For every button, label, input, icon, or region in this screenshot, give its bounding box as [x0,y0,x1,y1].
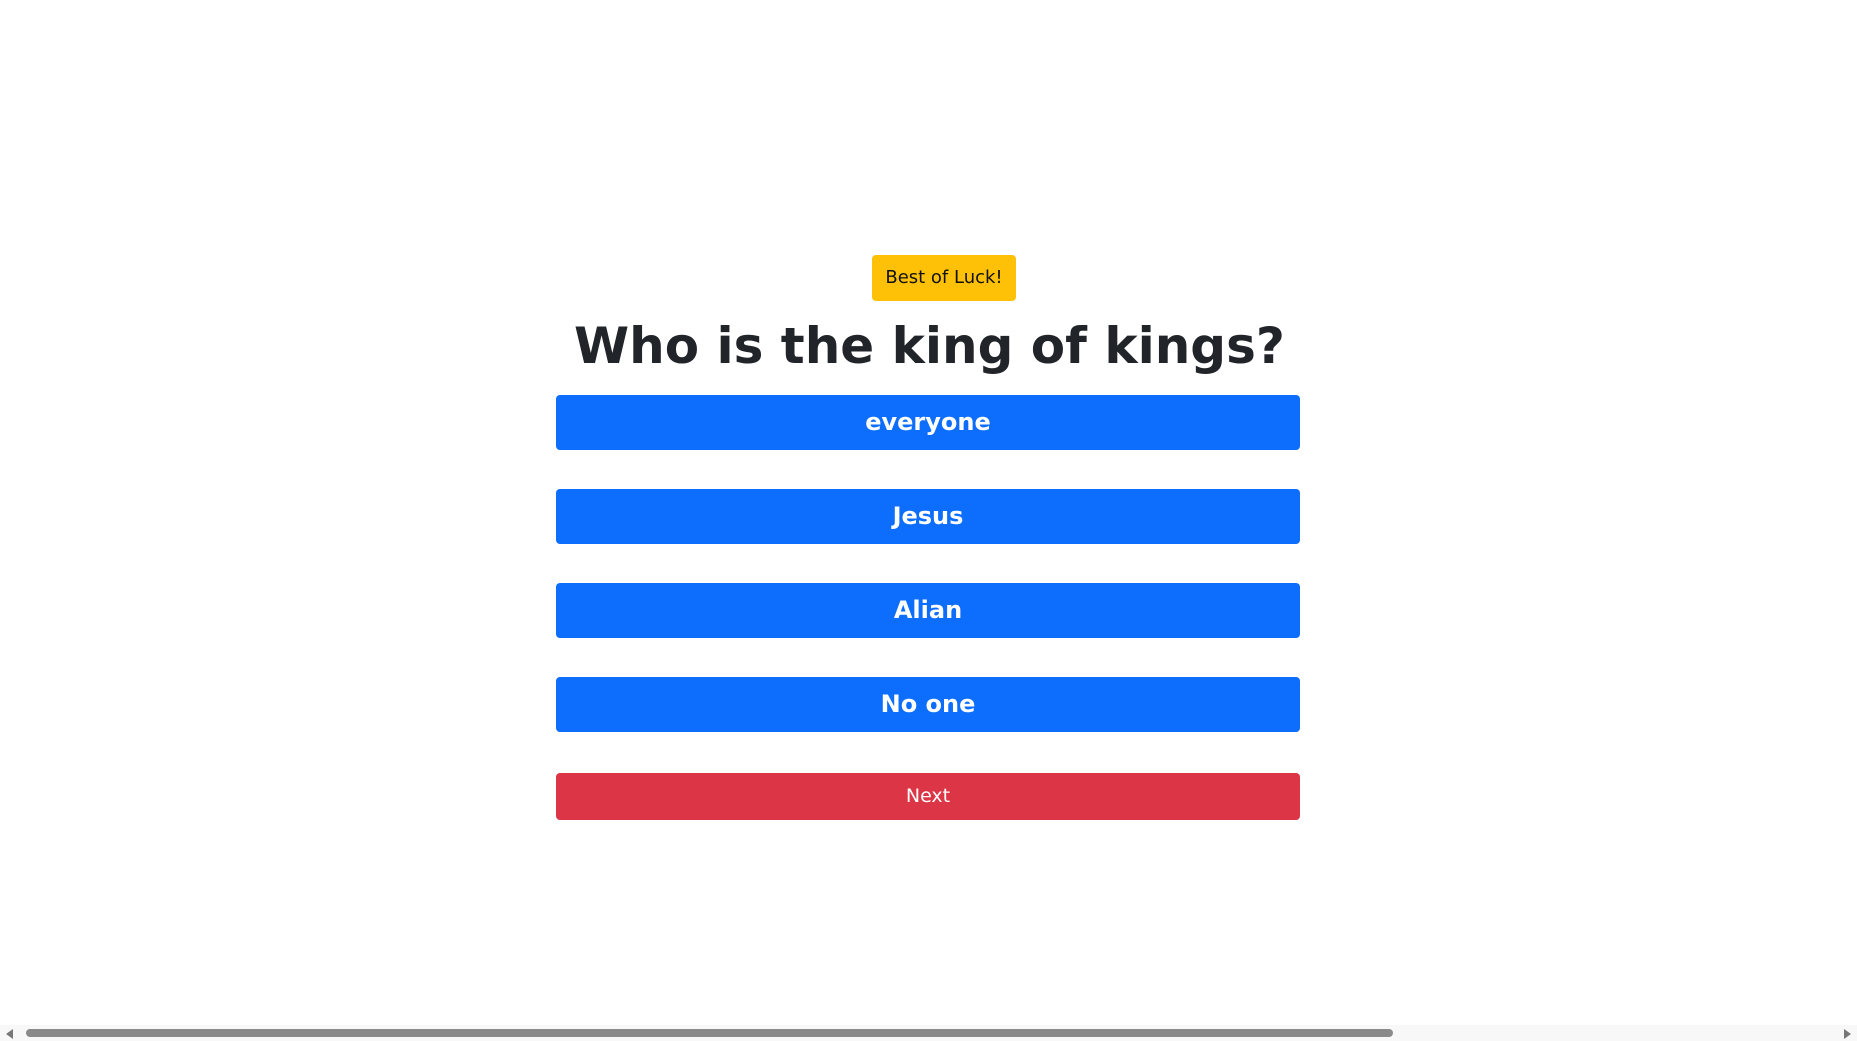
answer-button-jesus[interactable]: Jesus [556,489,1300,544]
answer-button-everyone[interactable]: everyone [556,395,1300,450]
answer-button-alian[interactable]: Alian [556,583,1300,638]
next-button[interactable]: Next [556,773,1300,820]
answer-options: everyone Jesus Alian No one [556,395,1300,771]
best-of-luck-badge: Best of Luck! [872,255,1016,301]
scroll-left-icon[interactable] [6,1029,13,1039]
answer-button-no-one[interactable]: No one [556,677,1300,732]
scroll-right-icon[interactable] [1844,1029,1851,1039]
quiz-page: Best of Luck! Who is the king of kings? … [0,0,1857,1041]
horizontal-scrollbar[interactable] [0,1025,1857,1041]
question-title: Who is the king of kings? [574,317,1285,375]
scrollbar-thumb[interactable] [26,1029,1393,1037]
